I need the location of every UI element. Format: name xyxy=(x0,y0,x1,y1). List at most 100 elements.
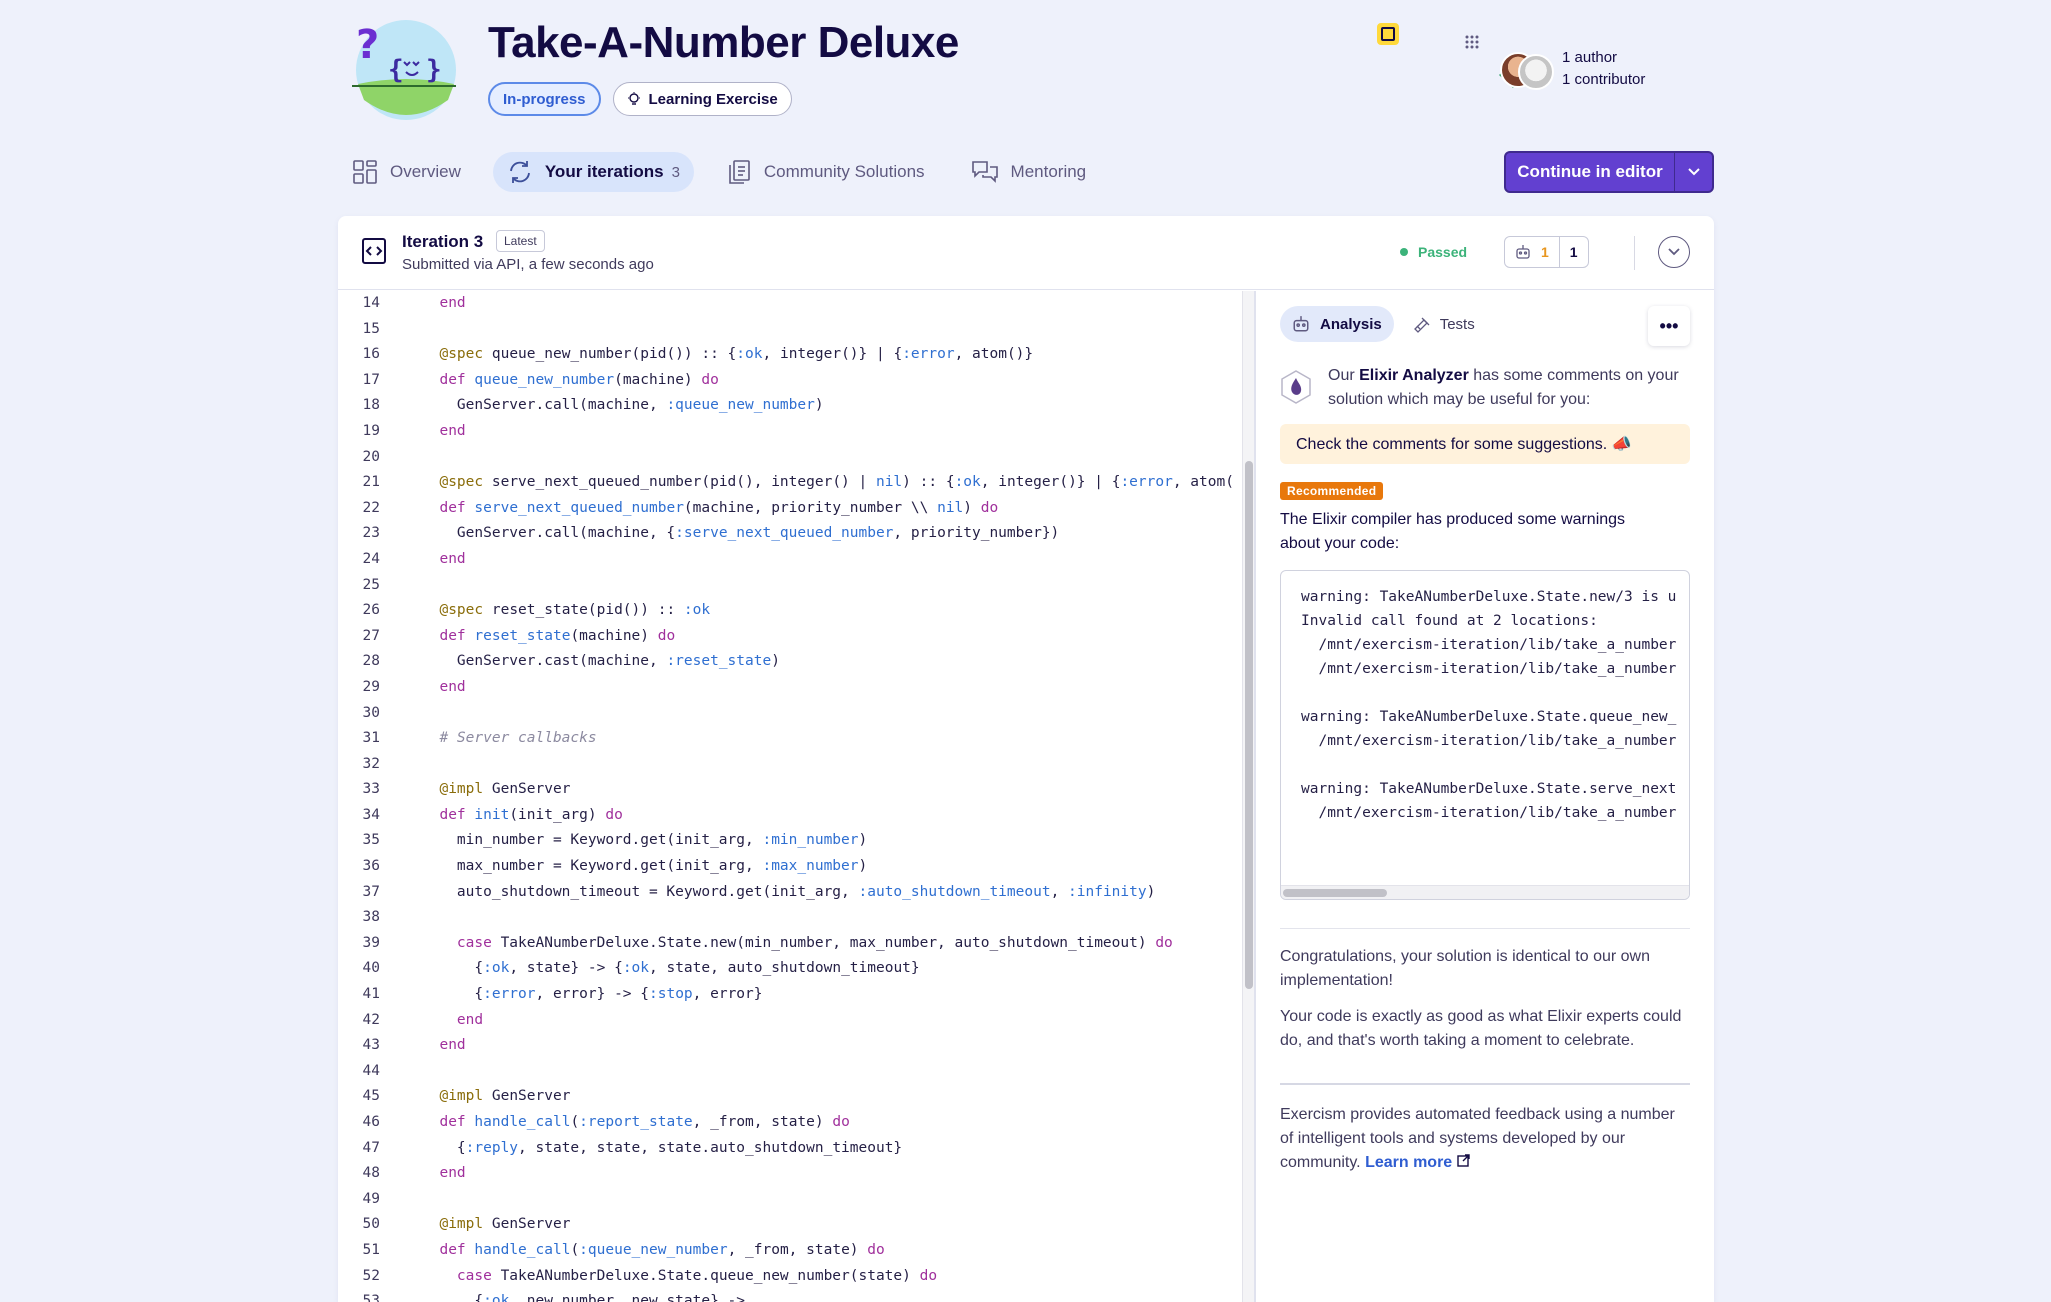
chevron-down-icon xyxy=(1687,168,1700,176)
code-line: 22 def serve_next_queued_number(machine,… xyxy=(338,496,1254,522)
learn-more-link[interactable]: Learn more xyxy=(1365,1154,1470,1171)
warning-scrollbar-thumb[interactable] xyxy=(1283,889,1387,897)
analyzer-name: Elixir Analyzer xyxy=(1359,367,1469,384)
exercise-title: Take-A-Number Deluxe xyxy=(488,18,959,67)
overview-icon xyxy=(353,160,377,184)
exercise-header: ? { } Take-A-Number Deluxe In-progress L… xyxy=(338,0,1714,140)
code-line: 20 xyxy=(338,445,1254,471)
svg-text:{: { xyxy=(388,55,404,85)
line-source xyxy=(380,573,422,599)
line-number: 52 xyxy=(362,1267,380,1284)
line-number: 41 xyxy=(362,986,380,1003)
compiler-warning-output[interactable]: warning: TakeANumberDeluxe.State.new/3 i… xyxy=(1280,570,1690,900)
code-line: 42 end xyxy=(338,1008,1254,1034)
line-source: end xyxy=(439,678,466,695)
exercise-type-label: Learning Exercise xyxy=(648,90,778,108)
congrats-paragraph: Your code is exactly as good as what Eli… xyxy=(1280,1008,1682,1049)
continue-options-dropdown[interactable] xyxy=(1674,153,1712,191)
code-line: 51 def handle_call(:queue_new_number, _f… xyxy=(338,1238,1254,1264)
authors-info[interactable]: 1 author 1 contributor xyxy=(1562,47,1645,91)
tab-your-iterations[interactable]: Your iterations 3 xyxy=(492,152,694,192)
line-number: 47 xyxy=(362,1139,380,1156)
line-source: case TakeANumberDeluxe.State.queue_new_n… xyxy=(456,1267,938,1284)
congrats-paragraph: Congratulations, your solution is identi… xyxy=(1280,948,1650,989)
tests-status: Passed xyxy=(1400,244,1467,260)
learn-more-label: Learn more xyxy=(1365,1154,1453,1171)
line-source: min_number = Keyword.get(init_arg, :min_… xyxy=(422,832,868,849)
line-source: end xyxy=(456,1011,484,1028)
collapse-iteration-button[interactable] xyxy=(1658,236,1690,268)
line-number: 16 xyxy=(362,346,380,363)
sticky-note-icon[interactable] xyxy=(1376,22,1400,46)
code-line: 16 @spec queue_new_number(pid()) :: {:ok… xyxy=(338,342,1254,368)
code-line: 41 {:error, error} -> {:stop, error} xyxy=(338,982,1254,1008)
code-line: 29 end xyxy=(338,675,1254,701)
tab-mentoring[interactable]: Mentoring xyxy=(957,152,1101,192)
feedback-tabs: Analysis Tests ••• xyxy=(1280,306,1690,346)
code-scrollbar[interactable] xyxy=(1242,291,1254,1302)
exercise-tags: In-progress Learning Exercise xyxy=(488,82,792,116)
code-scrollbar-thumb[interactable] xyxy=(1245,461,1253,989)
code-line: 34 def init(init_arg) do xyxy=(338,803,1254,829)
line-source: @spec queue_new_number(pid()) :: {:ok, i… xyxy=(439,346,1034,363)
code-line: 19 end xyxy=(338,419,1254,445)
line-number: 21 xyxy=(362,474,380,491)
comment-count: 1 xyxy=(1569,244,1578,260)
line-source xyxy=(380,752,422,778)
tab-label: Your iterations xyxy=(544,162,664,181)
header-divider xyxy=(1634,236,1635,270)
line-source: max_number = Keyword.get(init_arg, :max_… xyxy=(422,858,868,875)
code-file-icon xyxy=(362,238,386,264)
page: ? { } Take-A-Number Deluxe In-progress L… xyxy=(0,0,2051,1302)
author-avatars[interactable] xyxy=(1500,50,1554,90)
code-line: 40 {:ok, state} -> {:ok, state, auto_shu… xyxy=(338,956,1254,982)
line-number: 33 xyxy=(362,781,380,798)
analyzer-intro: Our Elixir Analyzer has some comments on… xyxy=(1280,364,1690,412)
line-source xyxy=(380,317,422,343)
warning-scrollbar[interactable] xyxy=(1281,885,1689,899)
tab-label: Tests xyxy=(1439,315,1475,333)
line-number: 50 xyxy=(362,1216,380,1233)
grid-menu-icon[interactable] xyxy=(1464,34,1480,50)
tab-community-solutions[interactable]: Community Solutions xyxy=(712,152,939,192)
line-number: 43 xyxy=(362,1037,380,1054)
line-source xyxy=(380,905,422,931)
code-line: 30 xyxy=(338,701,1254,727)
line-source: {:ok, state} -> {:ok, state, auto_shutdo… xyxy=(422,960,920,977)
tab-tests[interactable]: Tests xyxy=(1400,306,1487,342)
robot-icon xyxy=(1516,245,1530,259)
tab-overview[interactable]: Overview xyxy=(338,152,475,192)
code-viewer[interactable]: 14 end 15 16 @spec queue_new_number(pid())… xyxy=(338,291,1254,1302)
line-number: 46 xyxy=(362,1114,380,1130)
line-source: GenServer.call(machine, :queue_new_numbe… xyxy=(422,397,824,414)
robot-icon xyxy=(1293,316,1309,332)
line-source: @spec reset_state(pid()) :: :ok xyxy=(439,602,711,619)
code-line: 50 @impl GenServer xyxy=(338,1212,1254,1238)
code-line: 18 GenServer.call(machine, :queue_new_nu… xyxy=(338,393,1254,419)
iteration-panel: Iteration 3 Latest Submitted via API, a … xyxy=(338,216,1714,1302)
feedback-counts[interactable]: 1 1 xyxy=(1504,236,1589,268)
line-number: 24 xyxy=(362,550,380,567)
tab-analysis[interactable]: Analysis xyxy=(1280,306,1394,342)
code-line: 24 end xyxy=(338,547,1254,573)
automated-feedback-note: Exercism provides automated feedback usi… xyxy=(1280,1103,1690,1175)
mentoring-icon xyxy=(971,161,998,183)
line-number: 30 xyxy=(362,704,380,721)
iteration-title: Iteration 3 xyxy=(402,232,484,251)
line-source xyxy=(380,445,422,471)
line-source: end xyxy=(439,295,466,311)
line-source: # Server callbacks xyxy=(439,730,597,747)
continue-in-editor-button[interactable]: Continue in editor xyxy=(1504,151,1714,193)
more-options-button[interactable]: ••• xyxy=(1648,306,1690,346)
line-source: @spec serve_next_queued_number(pid(), in… xyxy=(439,474,1234,491)
line-source: end xyxy=(439,1037,466,1054)
suggestion-banner: Check the comments for some suggestions.… xyxy=(1280,424,1690,464)
code-line: 36 max_number = Keyword.get(init_arg, :m… xyxy=(338,854,1254,880)
line-source xyxy=(380,1059,422,1085)
exercise-tabs: Overview Your iterations 3 Community Sol… xyxy=(338,151,1118,193)
line-source: {:ok, new_number, new_state} -> xyxy=(422,1293,746,1302)
code-line: 44 xyxy=(338,1059,1254,1085)
line-source: auto_shutdown_timeout = Keyword.get(init… xyxy=(422,883,1156,900)
tab-label: Overview xyxy=(390,162,461,181)
line-source: end xyxy=(439,550,466,567)
